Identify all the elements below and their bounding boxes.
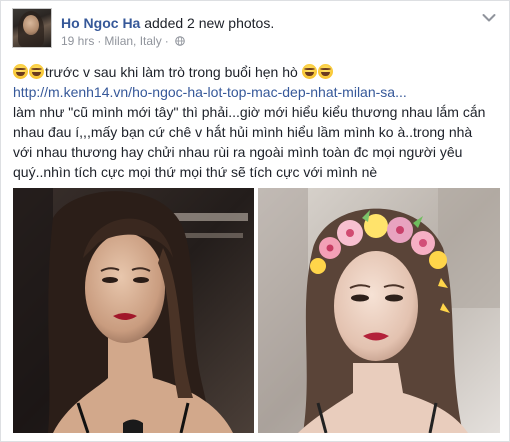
grinning-tears-emoji-icon <box>13 64 28 79</box>
post-meta: 19 hrs · Milan, Italy · <box>61 34 185 48</box>
grinning-tears-emoji-icon <box>29 64 44 79</box>
grinning-tears-emoji-icon <box>301 64 317 79</box>
post-header: Ho Ngoc Ha added 2 new photos. <box>61 14 274 32</box>
portrait-photo-icon <box>13 188 254 433</box>
avatar-face <box>23 15 39 35</box>
post-action-text: added 2 new photos. <box>144 15 275 31</box>
flower-crown-filter-photo-icon <box>258 188 500 433</box>
author-name-link[interactable]: Ho Ngoc Ha <box>61 15 140 31</box>
grinning-tears-emoji-icon <box>317 64 333 79</box>
photo-after[interactable] <box>258 188 500 433</box>
post-text-caption: trước v sau khi làm trò trong buổi hẹn h… <box>45 64 298 80</box>
post-paragraph: làm như "cũ mình mới tây" thì phải...giờ… <box>13 104 486 180</box>
avatar[interactable] <box>12 8 52 48</box>
meta-separator: · <box>97 34 102 48</box>
article-link[interactable]: http://m.kenh14.vn/ho-ngoc-ha-lot-top-ma… <box>13 82 407 102</box>
meta-separator-2: · <box>164 34 169 48</box>
globe-icon[interactable] <box>174 36 185 46</box>
chevron-down-icon[interactable] <box>482 13 496 23</box>
post-text-line1: trước v sau khi làm trò trong buổi hẹn h… <box>13 62 493 82</box>
post-timestamp[interactable]: 19 hrs <box>61 34 94 48</box>
photo-before[interactable] <box>13 188 254 433</box>
post-location[interactable]: Milan, Italy <box>104 34 161 48</box>
facebook-post: Ho Ngoc Ha added 2 new photos. 19 hrs · … <box>0 0 510 442</box>
